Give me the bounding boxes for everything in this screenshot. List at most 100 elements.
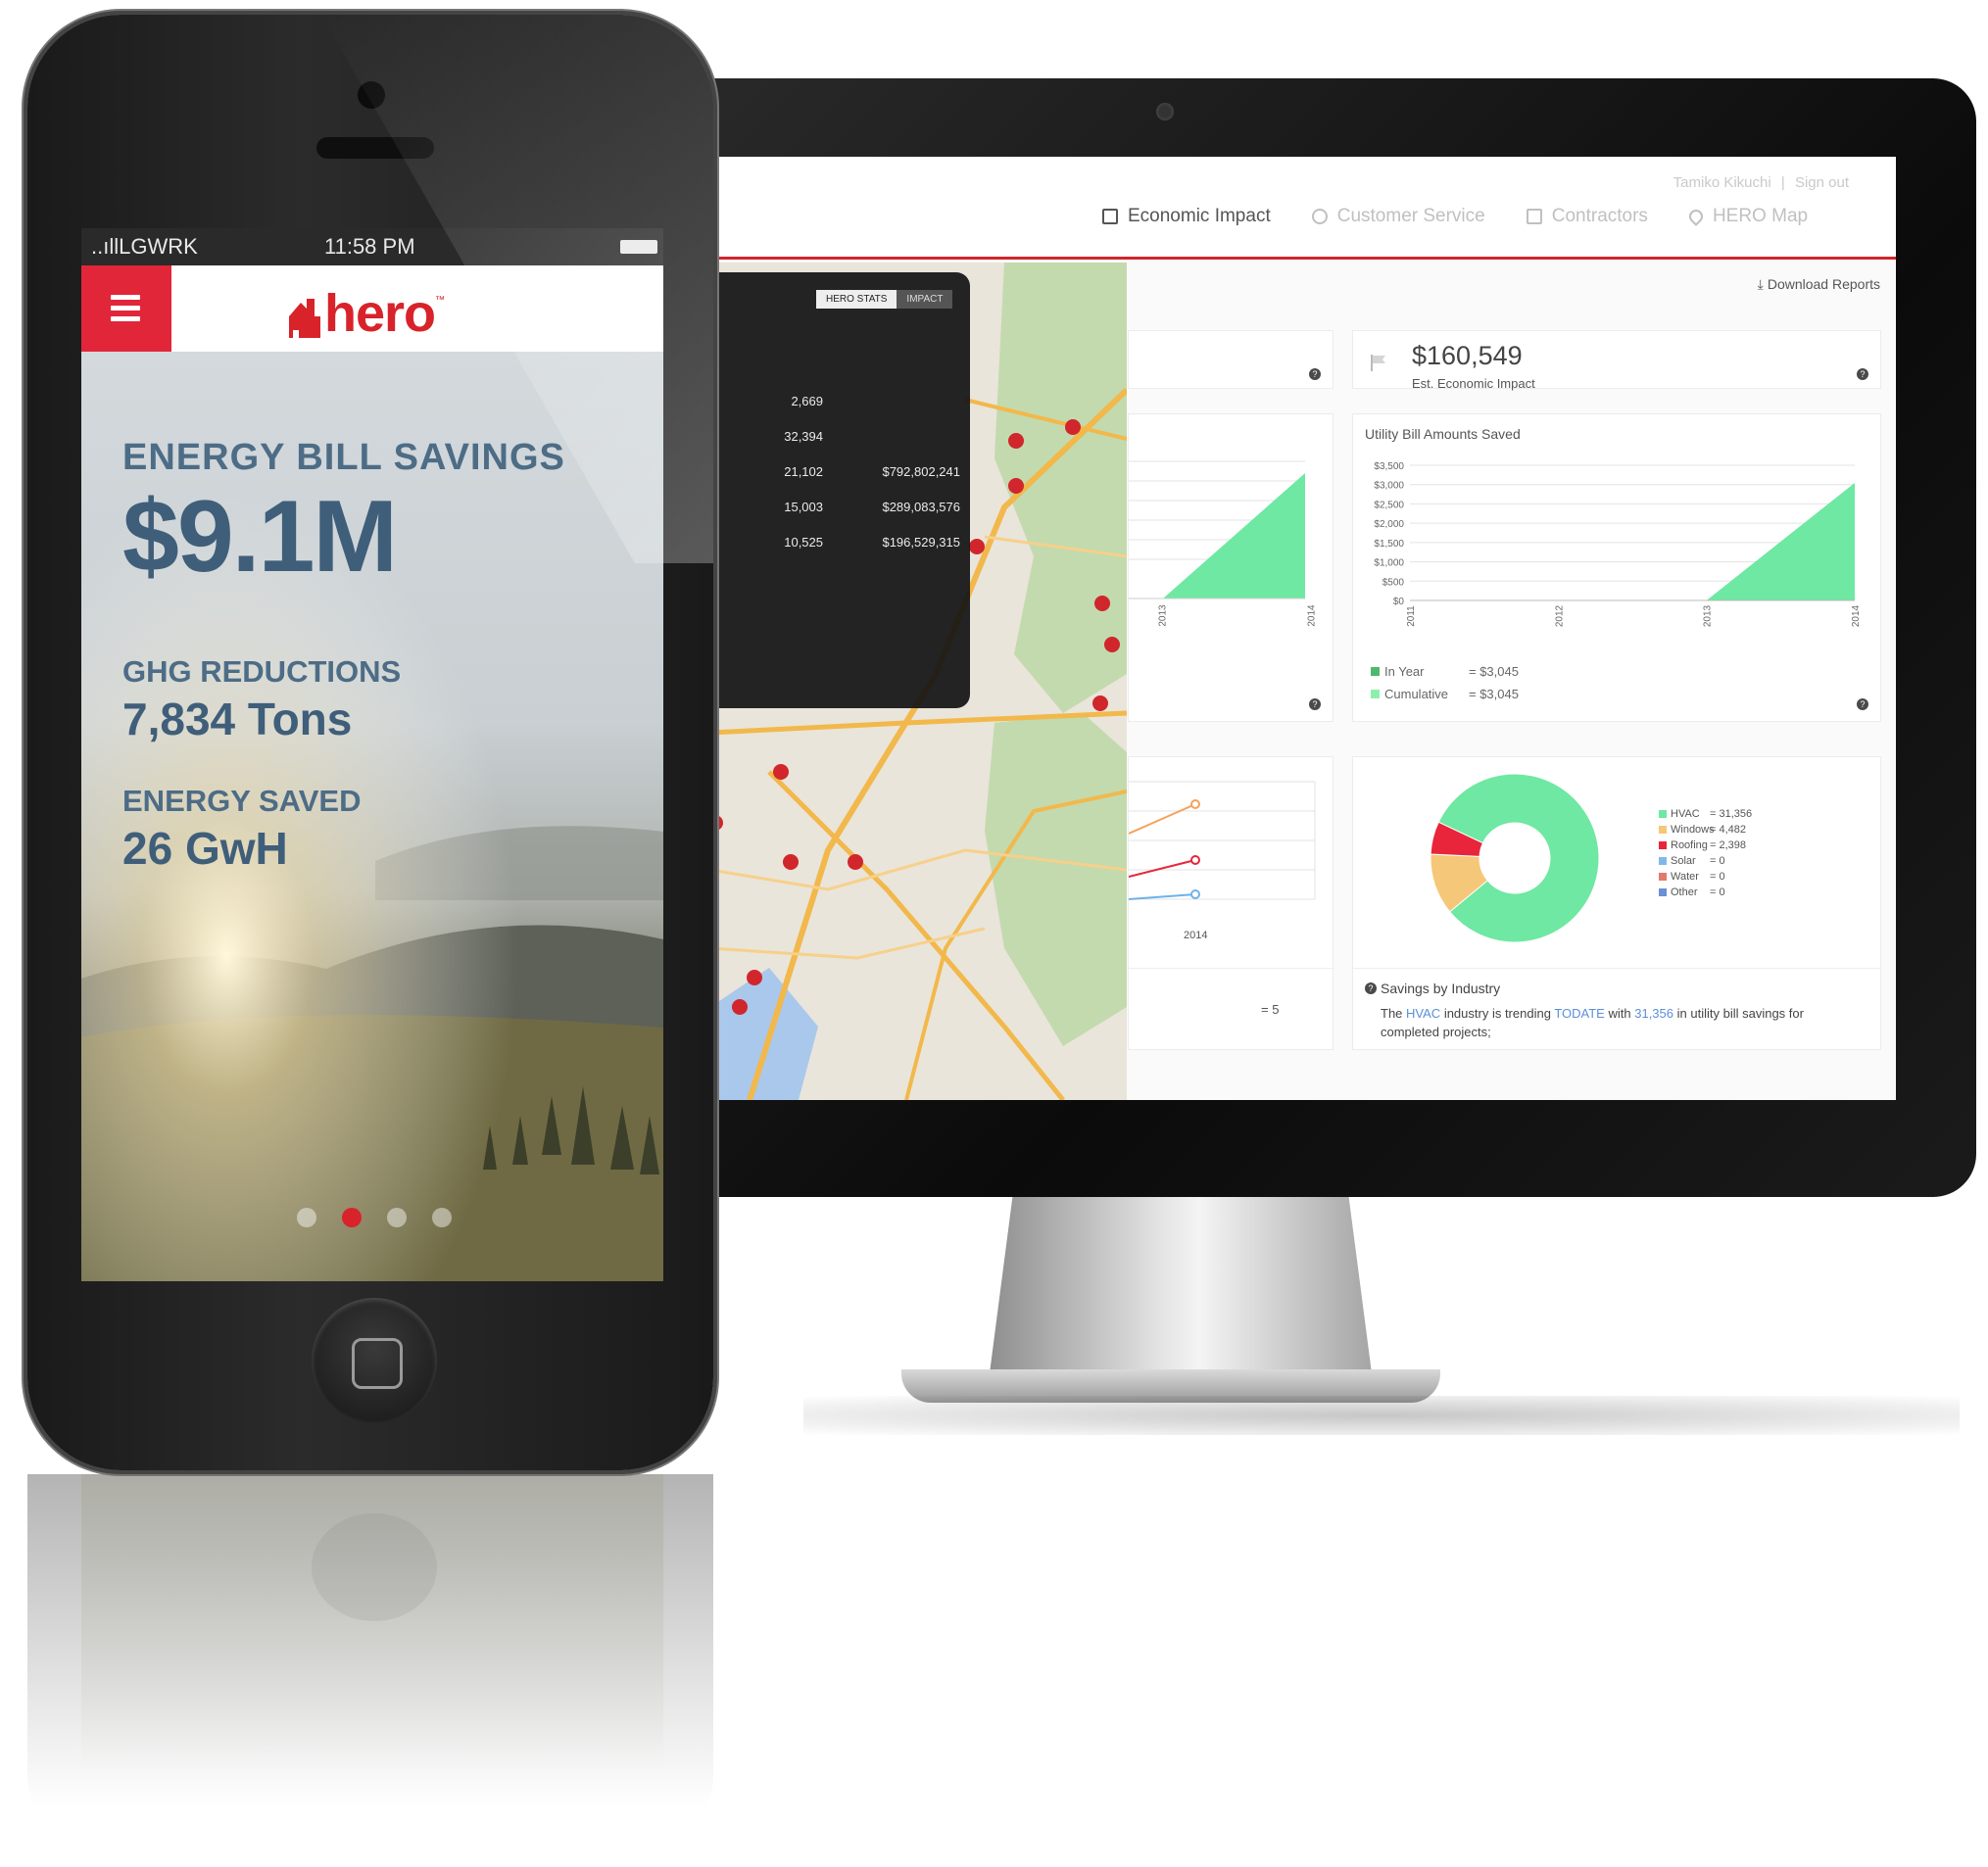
help-icon[interactable]: ?: [1309, 698, 1321, 710]
legend-value: = 4,482: [1710, 824, 1747, 836]
tab-hero-stats[interactable]: HERO STATS: [816, 290, 897, 309]
stats-row: 32,394: [764, 429, 960, 444]
y-tick-label: $1,500: [1374, 539, 1404, 550]
phone-reflection: [27, 1474, 713, 1867]
nav-label: Contractors: [1551, 206, 1648, 226]
hamburger-icon: [111, 295, 140, 300]
stat-amount: $289,083,576: [882, 500, 960, 514]
download-icon: ⤓: [1757, 276, 1764, 292]
text-fragment: with: [1608, 1006, 1631, 1021]
stat-count: 21,102: [784, 464, 823, 479]
carousel-dot[interactable]: [297, 1208, 316, 1227]
industry-text: The HVAC industry is trending TODATE wit…: [1381, 1004, 1851, 1041]
stats-tabs: HERO STATS IMPACT: [816, 290, 953, 309]
stat-amount: $792,802,241: [882, 464, 960, 479]
legend-value: = 0: [1710, 855, 1725, 867]
stats-row: 21,102 $792,802,241: [764, 464, 960, 479]
highlight-amount: 31,356: [1634, 1006, 1673, 1021]
text-fragment: The: [1381, 1006, 1403, 1021]
x-tick-label: 2011: [1406, 605, 1417, 627]
series-line-blue: [1128, 893, 1196, 900]
hero-slide[interactable]: ENERGY BILL SAVINGS $9.1M GHG REDUCTIONS…: [81, 352, 663, 1281]
legend-swatch: [1659, 873, 1667, 881]
help-icon[interactable]: ?: [1857, 698, 1868, 710]
hero-map[interactable]: HERO STATS IMPACT 2,669 32,394 21,102 $79…: [710, 263, 1127, 1100]
legend-value: = 2,398: [1710, 839, 1747, 851]
carousel-dot[interactable]: [432, 1208, 452, 1227]
user-separator: |: [1780, 174, 1785, 191]
ghg-reductions-label: GHG REDUCTIONS: [122, 654, 402, 689]
carousel-indicator: [297, 1208, 452, 1227]
download-label: Download Reports: [1767, 276, 1880, 292]
help-icon[interactable]: ?: [1857, 368, 1868, 380]
x-tick-label: 2014: [1184, 930, 1208, 941]
highlight-industry: HVAC: [1406, 1006, 1441, 1021]
legend-value: = 31,356: [1710, 808, 1753, 820]
legend-swatch: [1659, 810, 1667, 818]
dashboard-screen: Tamiko Kikuchi | Sign out Economic Impac…: [710, 157, 1896, 1100]
headset-icon: [1311, 209, 1328, 224]
legend-swatch: [1371, 690, 1380, 698]
sign-out-link[interactable]: Sign out: [1795, 174, 1849, 191]
carrier-label: ..ıllLGWRK: [91, 234, 198, 259]
menu-button[interactable]: [81, 265, 171, 352]
carousel-dot[interactable]: [342, 1208, 362, 1227]
tab-impact[interactable]: IMPACT: [897, 290, 953, 309]
logo-text: hero: [324, 284, 436, 343]
chart-card-partial: 2013 2014 ?: [1128, 413, 1333, 722]
nav-label: HERO Map: [1712, 206, 1809, 226]
nav-economic-impact[interactable]: Economic Impact: [1102, 206, 1271, 227]
stats-row: 10,525 $196,529,315: [764, 535, 960, 550]
donut-legend: HVAC = 31,356 Windows = 4,482 Roofing = 2,3…: [1659, 808, 1855, 906]
trademark-mark: ™: [435, 295, 446, 306]
stat-amount: [852, 429, 960, 444]
stats-row: 15,003 $289,083,576: [764, 500, 960, 514]
legend-solar: Solar = 0: [1659, 855, 1725, 867]
nav-hero-map[interactable]: HERO Map: [1686, 206, 1809, 227]
text-fragment: industry is trending: [1443, 1006, 1551, 1021]
area-series-cumulative: [1706, 482, 1855, 600]
x-tick-label: 2014: [1306, 604, 1318, 627]
legend-label: HVAC: [1671, 808, 1700, 820]
hero-logo[interactable]: hero ™: [287, 277, 445, 340]
series-line-orange: [1128, 803, 1196, 835]
stats-row: 2,669: [764, 394, 960, 408]
y-tick-label: $2,000: [1374, 519, 1404, 530]
legend-cumulative: Cumulative = $3,045: [1371, 687, 1519, 701]
nav-label: Economic Impact: [1128, 206, 1271, 226]
desktop-monitor: Tamiko Kikuchi | Sign out Economic Impac…: [642, 78, 1976, 1197]
nav-contractors[interactable]: Contractors: [1526, 206, 1648, 227]
legend-swatch: [1659, 857, 1667, 865]
stat-count: 10,525: [784, 535, 823, 550]
legend-label: Cumulative: [1384, 687, 1449, 701]
carousel-dot[interactable]: [387, 1208, 407, 1227]
legend-swatch: [1659, 888, 1667, 896]
smartphone: ..ıllLGWRK 11:58 PM hero ™ ENERGY BILL S…: [27, 15, 713, 1470]
economic-impact-card: $160,549 Est. Economic Impact ?: [1352, 330, 1881, 391]
y-tick-label: $500: [1382, 577, 1405, 588]
legend-swatch: [1371, 667, 1380, 676]
legend-roofing: Roofing = 2,398: [1659, 839, 1746, 851]
y-tick-label: $3,000: [1374, 481, 1404, 492]
y-tick-label: $1,000: [1374, 558, 1404, 569]
user-name[interactable]: Tamiko Kikuchi: [1673, 174, 1771, 191]
line-value: = 5: [1261, 1002, 1280, 1017]
download-reports-link[interactable]: ⤓ Download Reports: [1758, 276, 1880, 293]
kpi-card-partial: ?: [1128, 330, 1333, 389]
home-button[interactable]: [312, 1298, 437, 1423]
x-tick-label: 2013: [1157, 604, 1169, 627]
energy-saved-value: 26 GwH: [122, 823, 288, 874]
savings-by-industry-card: HVAC = 31,356 Windows = 4,482 Roofing = 2,3…: [1352, 756, 1882, 1051]
kpi-value: $160,549: [1412, 341, 1523, 370]
nav-customer-service[interactable]: Customer Service: [1311, 206, 1485, 227]
help-icon[interactable]: ?: [1309, 368, 1321, 380]
hero-stats-panel: HERO STATS IMPACT 2,669 32,394 21,102 $79…: [710, 272, 970, 708]
partial-area: [1163, 473, 1305, 598]
industry-summary: ? Savings by Industry The HVAC industry …: [1353, 968, 1882, 1051]
legend-value: = 0: [1710, 871, 1725, 883]
legend-value: = $3,045: [1469, 664, 1519, 679]
info-icon: ?: [1365, 982, 1377, 994]
legend-swatch: [1659, 841, 1667, 849]
house-logo-icon: [289, 299, 320, 338]
monitor-shadow: [803, 1396, 1960, 1435]
